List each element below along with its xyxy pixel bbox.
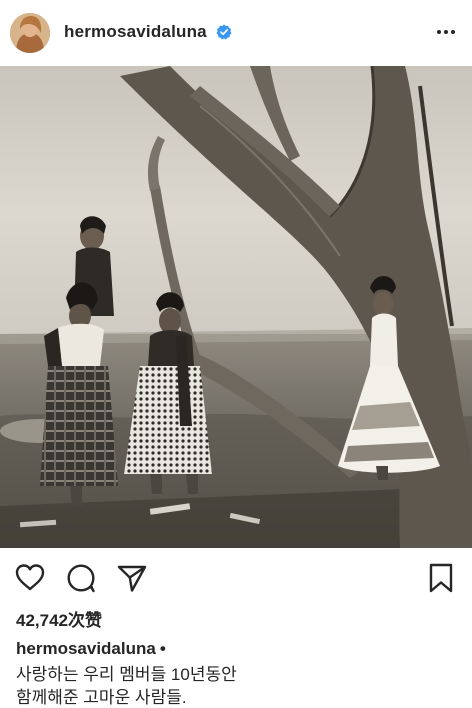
comment-icon[interactable] — [64, 561, 98, 595]
avatar-image — [10, 13, 50, 53]
like-icon[interactable] — [13, 561, 47, 595]
profile-avatar[interactable] — [10, 13, 50, 53]
caption-line-1: 사랑하는 우리 멤버들 10년동안 — [16, 665, 237, 684]
caption-username-text[interactable]: hermosavidaluna — [16, 639, 156, 658]
post-actions — [0, 555, 472, 599]
post-username[interactable]: hermosavidaluna — [64, 22, 207, 42]
save-icon[interactable] — [424, 561, 458, 595]
caption-dot: • — [159, 639, 166, 658]
share-icon[interactable] — [115, 561, 149, 595]
photo-illustration — [0, 66, 472, 548]
caption-line-2: 함께해준 고마운 사람들. — [16, 688, 187, 707]
verified-badge-icon — [216, 24, 232, 40]
post-header: hermosavidaluna — [0, 0, 472, 66]
more-options-icon[interactable] — [434, 22, 458, 42]
caption-username[interactable]: hermosavidaluna • — [16, 639, 166, 659]
likes-count[interactable]: 42,742次赞 — [16, 606, 102, 631]
post-photo[interactable] — [0, 66, 472, 548]
